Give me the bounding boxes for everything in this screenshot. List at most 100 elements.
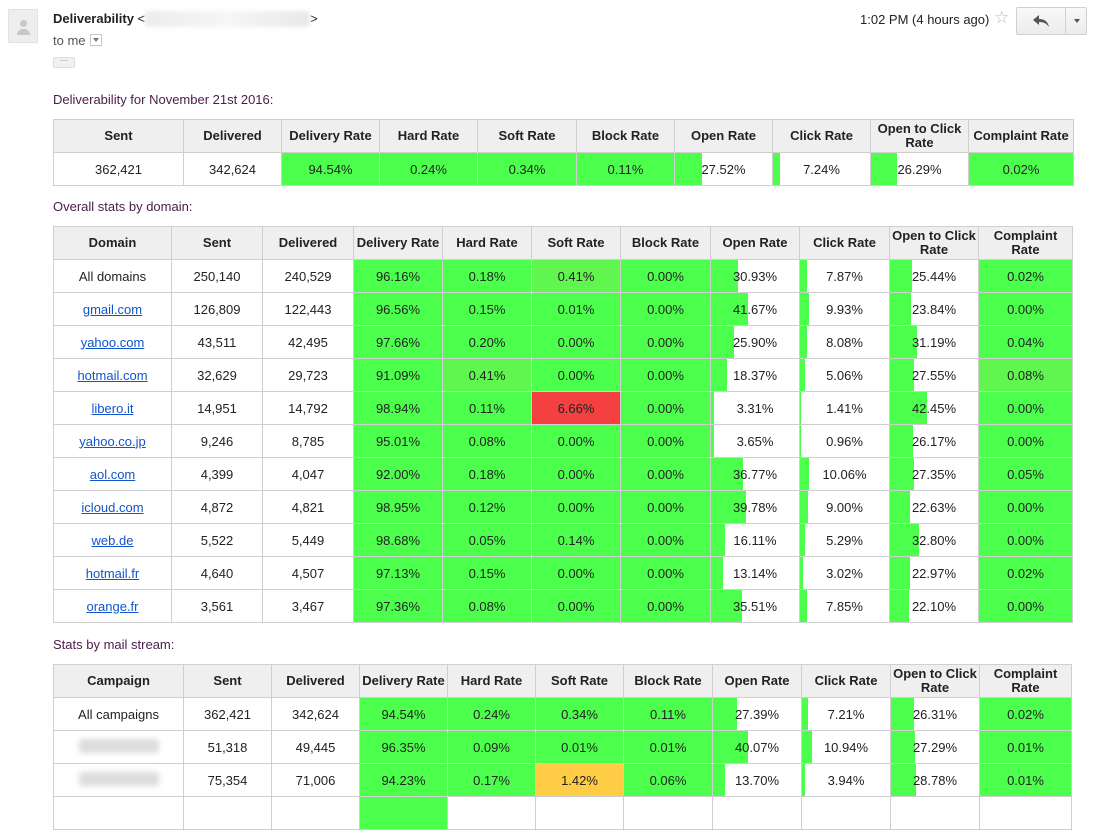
domain-link[interactable]: web.de (92, 533, 134, 548)
cell-complaint-rate: 0.02% (978, 556, 1073, 590)
section1-heading: Deliverability for November 21st 2016: (53, 92, 274, 107)
domain-link[interactable]: orange.fr (86, 599, 138, 614)
domain-link[interactable]: aol.com (90, 467, 136, 482)
cell-delivered: 29,723 (262, 358, 354, 392)
cell-open-to-click-rate: 22.10% (889, 589, 979, 623)
cell-open-rate: 40.07% (712, 730, 802, 764)
cell-hard-rate: 0.20% (442, 325, 532, 359)
cell-block-rate: 0.11% (623, 697, 713, 731)
timestamp: 1:02 PM (4 hours ago) (860, 12, 990, 27)
domain-link[interactable]: yahoo.com (81, 335, 145, 350)
show-trimmed-content-button[interactable]: ··· (53, 56, 75, 68)
table-row: web.de 5,522 5,449 98.68% 0.05% 0.14% 0.00% 16.… (53, 523, 1073, 557)
cell-delivered: 71,006 (271, 763, 360, 797)
domain-link[interactable]: hotmail.com (77, 368, 147, 383)
domain-link[interactable]: gmail.com (83, 302, 142, 317)
cell-complaint-rate: 0.00% (978, 490, 1073, 524)
cell-value: 25.90% (732, 334, 778, 350)
domain-link[interactable]: libero.it (92, 401, 134, 416)
more-options-icon[interactable] (1065, 8, 1088, 34)
cell-hard-rate: 0.18% (442, 259, 532, 293)
cell-soft-rate: 0.34% (535, 697, 624, 731)
rate-bar (890, 260, 913, 292)
cell-block-rate: 0.00% (620, 358, 711, 392)
cell-complaint-rate: 0.00% (978, 292, 1073, 326)
cell-complaint-rate: 0.05% (978, 457, 1073, 491)
cell-value: 7.21% (827, 706, 865, 722)
cell-delivery-rate: 95.01% (353, 424, 443, 458)
cell-delivered: 4,507 (262, 556, 354, 590)
cell-complaint-rate: 0.08% (978, 358, 1073, 392)
column-header-delivery-rate: Delivery Rate (281, 119, 380, 153)
cell-hard-rate: 0.08% (442, 424, 532, 458)
cell-open-to-click-rate: 28.78% (890, 763, 980, 797)
cell-value: 31.19% (911, 334, 957, 350)
cell-empty (183, 796, 272, 830)
cell-complaint-rate: 0.04% (978, 325, 1073, 359)
rate-bar (800, 491, 808, 523)
table-row: All domains 250,140 240,529 96.16% 0.18% 0.41… (53, 259, 1073, 293)
cell-empty (979, 796, 1072, 830)
column-header-complaint-rate: Complaint Rate (978, 226, 1073, 260)
rate-bar (800, 293, 809, 325)
cell-block-rate: 0.01% (623, 730, 713, 764)
cell-empty (890, 796, 980, 830)
column-header-hard-rate: Hard Rate (447, 664, 536, 698)
cell-value: 30.93% (732, 268, 778, 284)
cell-soft-rate: 0.00% (531, 589, 621, 623)
cell-value: 7.24% (803, 161, 840, 177)
cell-open-to-click-rate: 26.29% (870, 152, 969, 186)
table-row: gmail.com 126,809 122,443 96.56% 0.15% 0.01% 0… (53, 292, 1073, 326)
cell-hard-rate: 0.12% (442, 490, 532, 524)
cell-delivery-rate: 97.36% (353, 589, 443, 623)
cell-delivery-rate: 98.94% (353, 391, 443, 425)
domain-link[interactable]: yahoo.co.jp (79, 434, 146, 449)
cell-delivered: 3,467 (262, 589, 354, 623)
cell-click-rate: 8.08% (799, 325, 890, 359)
cell-sent: 126,809 (171, 292, 263, 326)
redacted-campaign-name (78, 738, 159, 753)
star-icon[interactable]: ☆ (994, 8, 1009, 28)
cell-empty (535, 796, 624, 830)
column-header-delivered: Delivered (262, 226, 354, 260)
cell-sent: 32,629 (171, 358, 263, 392)
reply-button-group (1016, 7, 1087, 35)
cell-click-rate: 9.93% (799, 292, 890, 326)
cell-click-rate: 0.96% (799, 424, 890, 458)
cell-open-rate: 16.11% (710, 523, 800, 557)
cell-sent: 43,511 (171, 325, 263, 359)
sender-name[interactable]: Deliverability (53, 11, 134, 26)
cell-complaint-rate: 0.01% (979, 763, 1072, 797)
cell-sent: 51,318 (183, 730, 272, 764)
cell-domain: icloud.com (53, 490, 172, 524)
cell-delivered: 8,785 (262, 424, 354, 458)
domain-link[interactable]: icloud.com (81, 500, 143, 515)
cell-open-rate: 27.52% (674, 152, 773, 186)
stream-header-row: Campaign Sent Delivered Delivery Rate Hard R… (53, 664, 1072, 698)
reply-icon[interactable] (1017, 8, 1065, 34)
rate-bar (890, 590, 910, 622)
recipient-details-icon[interactable] (89, 34, 102, 46)
cell-value: 8.08% (826, 334, 863, 350)
column-header-click-rate: Click Rate (772, 119, 871, 153)
cell-delivery-rate: 97.66% (353, 325, 443, 359)
table-row: 75,354 71,006 94.23% 0.17% 1.42% 0.06% 13.70% 3… (53, 763, 1072, 797)
column-header-sent: Sent (171, 226, 263, 260)
rate-bar (675, 153, 702, 185)
cell-click-rate: 10.06% (799, 457, 890, 491)
sender: Deliverability < > (53, 11, 318, 27)
rate-bar (871, 153, 897, 185)
cell-value: 36.77% (732, 466, 778, 482)
cell-delivery-rate: 98.95% (353, 490, 443, 524)
cell-soft-rate: 0.01% (531, 292, 621, 326)
column-header-block-rate: Block Rate (620, 226, 711, 260)
cell-click-rate: 9.00% (799, 490, 890, 524)
cell-open-to-click-rate: 27.55% (889, 358, 979, 392)
cell-delivered: 342,624 (183, 152, 282, 186)
cell-empty (623, 796, 713, 830)
domain-link[interactable]: hotmail.fr (86, 566, 139, 581)
rate-bar (800, 458, 809, 490)
cell-value: 26.29% (897, 161, 942, 177)
table-row: yahoo.co.jp 9,246 8,785 95.01% 0.08% 0.00% 0.0… (53, 424, 1073, 458)
column-header-soft-rate: Soft Rate (531, 226, 621, 260)
